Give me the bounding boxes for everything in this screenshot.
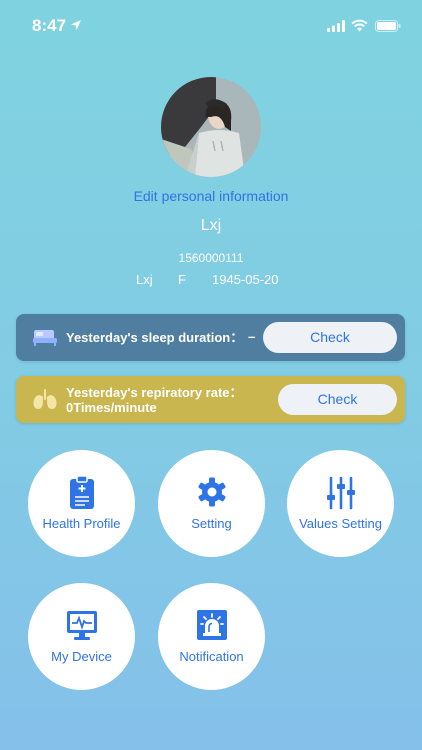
user-nickname: Lxj	[200, 217, 222, 234]
sleep-check-button[interactable]: Check	[263, 322, 397, 353]
lungs-icon	[33, 389, 57, 409]
user-gender: F	[178, 272, 186, 287]
status-bar: 8:47	[0, 0, 422, 52]
user-details: Lxj F 1945-05-20	[0, 272, 422, 290]
user-phone: 1560000111	[178, 251, 244, 265]
values-setting-label: Values Setting	[299, 516, 382, 531]
status-time: 8:47	[32, 16, 67, 35]
sleep-duration-card: Yesterday's sleep duration： – Check	[16, 314, 405, 361]
location-arrow-icon	[71, 20, 81, 30]
clipboard-icon	[69, 475, 94, 509]
avatar[interactable]	[161, 77, 261, 177]
siren-icon	[196, 610, 227, 640]
notification-tile[interactable]: Notification	[158, 583, 265, 690]
monitor-icon	[66, 611, 97, 640]
my-device-tile[interactable]: My Device	[28, 583, 135, 690]
sleep-duration-label: Yesterday's sleep duration：	[66, 330, 244, 345]
gear-icon	[197, 477, 226, 507]
setting-label: Setting	[191, 516, 232, 531]
values-setting-tile[interactable]: Values Setting	[287, 450, 394, 557]
health-profile-label: Health Profile	[42, 516, 121, 531]
sleep-duration-value: –	[248, 329, 256, 344]
bed-icon	[33, 330, 57, 346]
respiratory-rate-card: Yesterday's repiratory rate：0Times/minut…	[16, 376, 405, 423]
user-birthdate: 1945-05-20	[212, 272, 279, 287]
respiratory-rate-label: Yesterday's repiratory rate：0Times/minut…	[66, 385, 243, 415]
battery-icon	[375, 20, 401, 32]
health-profile-tile[interactable]: Health Profile	[28, 450, 135, 557]
my-device-label: My Device	[51, 649, 112, 664]
wifi-icon	[351, 19, 368, 32]
setting-tile[interactable]: Setting	[158, 450, 265, 557]
respiratory-check-button[interactable]: Check	[278, 384, 397, 415]
user-name: Lxj	[136, 272, 153, 287]
cellular-signal-icon	[327, 20, 345, 32]
avatar-photo	[161, 77, 261, 177]
edit-profile-link[interactable]: Edit personal information	[0, 188, 422, 204]
notification-label: Notification	[179, 649, 244, 664]
sliders-icon	[326, 476, 355, 510]
